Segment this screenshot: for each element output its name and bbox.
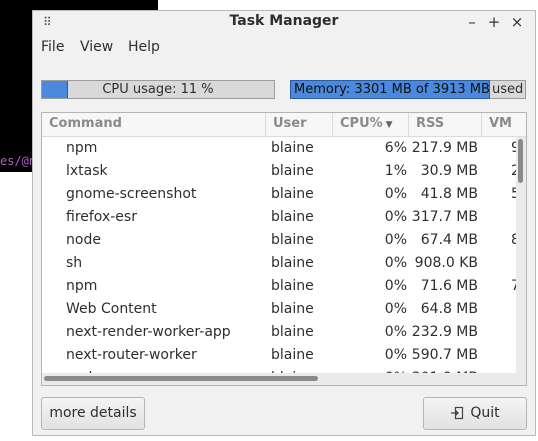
cell-rss: 908.0 KB [414,255,478,271]
vertical-scrollbar[interactable] [516,137,526,375]
menu-file[interactable]: File [41,39,64,55]
cell-command: lxtask [66,163,108,179]
cell-user: blaine [271,255,314,271]
quit-button[interactable]: Quit [423,397,527,430]
cell-cpu: 0% [384,324,407,340]
close-icon[interactable]: × [508,13,526,31]
cell-user: blaine [271,209,314,225]
table-row[interactable]: npmblaine6%217.9 MB9 [42,137,516,160]
cell-cpu: 0% [384,209,407,225]
cell-command: npm [66,140,98,156]
quit-icon [451,406,464,420]
table-header: Command User CPU% ▼ RSS VM [42,113,526,137]
cell-rss: 67.4 MB [420,232,478,248]
column-rss[interactable]: RSS [409,113,482,136]
cell-rss: 30.9 MB [420,163,478,179]
table-row[interactable]: npmblaine0%71.6 MB7 [42,275,516,298]
cpu-usage-label: CPU usage: 11 % [102,82,214,97]
table-row[interactable]: firefox-esr blaine 0% 317.7 MB [42,206,516,229]
memory-usage-suffix: used [492,82,524,97]
cell-rss: 64.8 MB [420,301,478,317]
cell-user: blaine [271,232,314,248]
cell-user: blaine [271,278,314,294]
table-body: npmblaine6%217.9 MB9lxtaskblaine1%30.9 M… [42,137,516,373]
memory-usage-bar: Memory: 3301 MB of 3913 MB [290,80,490,99]
cell-rss: 232.9 MB [411,324,478,340]
table-row[interactable]: lxtaskblaine1%30.9 MB2 [42,160,516,183]
cell-command: Web Content [66,301,157,317]
column-cpu-label: CPU% [340,116,383,131]
table-row[interactable]: next-router-worker blaine 0% 590.7 MB [42,344,516,367]
cell-command: gnome-screenshot [66,186,197,202]
cell-cpu: 0% [384,186,407,202]
cell-cpu: 6% [384,140,407,156]
title-bar[interactable]: ⠿ Task Manager – + × [33,11,535,35]
column-vm[interactable]: VM [482,113,526,136]
memory-suffix-box: used [490,80,526,99]
cell-command: firefox-esr [66,209,137,225]
cell-user: blaine [271,347,314,363]
cell-command: next-render-worker-app [66,324,231,340]
cell-command: node [66,232,101,248]
horizontal-scroll-thumb[interactable] [44,376,318,381]
cell-user: blaine [271,301,314,317]
terminal-text: es/@n [0,154,37,168]
cell-command: npm [66,278,98,294]
table-row[interactable]: Web Content blaine 0% 64.8 MB [42,298,516,321]
cell-cpu: 0% [384,278,407,294]
column-user[interactable]: User [266,113,333,136]
cell-user: blaine [271,140,314,156]
table-row[interactable]: gnome-screenshotblaine0%41.8 MB5 [42,183,516,206]
more-details-button[interactable]: more details [41,397,145,430]
menu-help[interactable]: Help [128,39,160,55]
column-cpu[interactable]: CPU% ▼ [333,113,409,136]
cell-rss: 217.9 MB [411,140,478,156]
cell-rss: 41.8 MB [420,186,478,202]
task-manager-window: ⠿ Task Manager – + × File View Help CPU … [32,10,536,436]
cell-cpu: 0% [384,232,407,248]
scrollbar-corner [516,373,526,385]
cell-rss: 317.7 MB [411,209,478,225]
cell-rss: 590.7 MB [411,347,478,363]
sort-descending-icon: ▼ [385,120,393,130]
horizontal-scrollbar[interactable] [42,373,516,385]
vertical-scroll-thumb[interactable] [518,139,523,183]
cell-cpu: 0% [384,255,407,271]
table-row[interactable]: sh blaine 0% 908.0 KB [42,252,516,275]
maximize-icon[interactable]: + [485,13,503,31]
cell-command: sh [66,255,83,271]
minimize-icon[interactable]: – [463,13,481,31]
cell-user: blaine [271,163,314,179]
cell-user: blaine [271,186,314,202]
cell-command: next-router-worker [66,347,197,363]
cell-user: blaine [271,324,314,340]
cell-cpu: 0% [384,301,407,317]
quit-label: Quit [470,405,500,421]
table-row[interactable]: next-render-worker-app blaine 0% 232.9 MB [42,321,516,344]
menu-view[interactable]: View [80,39,113,55]
cell-cpu: 0% [384,347,407,363]
cell-rss: 71.6 MB [420,278,478,294]
memory-usage-label: Memory: 3301 MB of 3913 MB [294,82,490,97]
window-title: Task Manager [229,13,339,29]
table-row[interactable]: nodeblaine0%67.4 MB8 [42,229,516,252]
column-command[interactable]: Command [42,113,266,136]
cell-cpu: 1% [384,163,407,179]
cpu-usage-bar: CPU usage: 11 % [41,80,275,99]
process-table: Command User CPU% ▼ RSS VM npm blaine 6% 217… [41,112,527,386]
